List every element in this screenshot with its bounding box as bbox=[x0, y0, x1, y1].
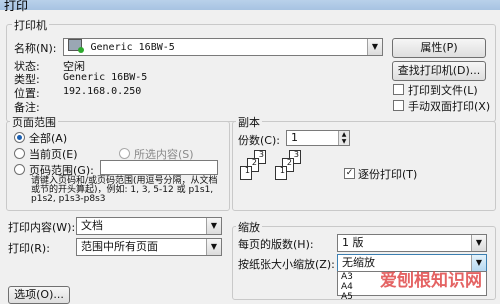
printer-name-value: Generic 16BW-5 bbox=[90, 42, 175, 53]
print-value: 范围中所有页面 bbox=[81, 240, 158, 253]
chevron-down-icon[interactable]: ▼ bbox=[471, 235, 486, 251]
pages-per-sheet-value: 1 版 bbox=[342, 236, 364, 249]
print-what-select[interactable]: 文档 ▼ bbox=[76, 217, 222, 235]
radio-all[interactable] bbox=[14, 132, 25, 143]
watermark-text: 爱刨根知识网 bbox=[380, 271, 482, 291]
copies-count-value: 1 bbox=[291, 131, 298, 144]
page-range-input[interactable] bbox=[100, 160, 218, 175]
pages-per-sheet-label: 每页的版数(H): bbox=[238, 238, 314, 251]
print-what-value: 文档 bbox=[81, 219, 103, 232]
radio-page-range[interactable] bbox=[14, 164, 25, 175]
type-value: Generic 16BW-5 bbox=[63, 72, 148, 83]
page-range-title: 页面范围 bbox=[10, 114, 58, 130]
print-to-file-label[interactable]: 打印到文件(L) bbox=[408, 82, 478, 98]
manual-duplex-checkbox[interactable] bbox=[393, 100, 404, 111]
location-value: 192.168.0.250 bbox=[63, 86, 142, 97]
radio-current-page-label[interactable]: 当前页(E) bbox=[29, 146, 78, 162]
print-label: 打印(R): bbox=[8, 242, 50, 255]
copies-count-label: 份数(C): bbox=[238, 134, 280, 147]
printer-name-label: 名称(N): bbox=[14, 42, 57, 55]
printer-group-title: 打印机 bbox=[12, 17, 49, 33]
print-to-file-checkbox[interactable] bbox=[393, 84, 404, 95]
printer-icon bbox=[68, 39, 84, 53]
pages-per-sheet-select[interactable]: 1 版 ▼ bbox=[337, 234, 487, 252]
print-what-label: 打印内容(W): bbox=[8, 221, 76, 234]
radio-current-page[interactable] bbox=[14, 148, 25, 159]
collate-checkbox[interactable]: ✓ bbox=[344, 168, 355, 179]
printer-name-select[interactable]: Generic 16BW-5 ▼ bbox=[63, 38, 383, 56]
comment-label: 备注: bbox=[14, 101, 40, 114]
scale-label: 按纸张大小缩放(Z): bbox=[238, 258, 335, 271]
title-bar bbox=[0, 0, 500, 10]
spinner-icon[interactable]: ▲ ▼ bbox=[338, 131, 349, 145]
list-item[interactable]: A5 bbox=[338, 292, 486, 302]
collate-pages-icon: 3 2 1 3 2 1 bbox=[240, 150, 320, 200]
copies-count-input[interactable]: 1 ▲ ▼ bbox=[286, 130, 350, 146]
radio-all-label[interactable]: 全部(A) bbox=[29, 130, 67, 146]
page-range-hint: 请键入页码和/或页码范围(用逗号分隔，从文档或节的开头算起)，例如: 1, 3,… bbox=[31, 176, 218, 204]
properties-button[interactable]: 属性(P) bbox=[392, 38, 486, 58]
zoom-title: 缩放 bbox=[236, 219, 262, 235]
manual-duplex-label[interactable]: 手动双面打印(X) bbox=[408, 98, 490, 114]
chevron-down-icon[interactable]: ▼ bbox=[206, 218, 221, 234]
radio-selection[interactable] bbox=[119, 148, 130, 159]
chevron-down-icon[interactable]: ▼ bbox=[206, 239, 221, 255]
collate-label[interactable]: 逐份打印(T) bbox=[358, 166, 417, 182]
window-title: 打印 bbox=[4, 0, 29, 13]
find-printer-button[interactable]: 查找打印机(D)... bbox=[392, 61, 486, 81]
options-button[interactable]: 选项(O)... bbox=[8, 286, 70, 304]
chevron-down-icon[interactable]: ▼ bbox=[367, 39, 382, 55]
scale-value: 无缩放 bbox=[342, 256, 375, 269]
copies-title: 副本 bbox=[236, 114, 262, 130]
print-select[interactable]: 范围中所有页面 ▼ bbox=[76, 238, 222, 256]
